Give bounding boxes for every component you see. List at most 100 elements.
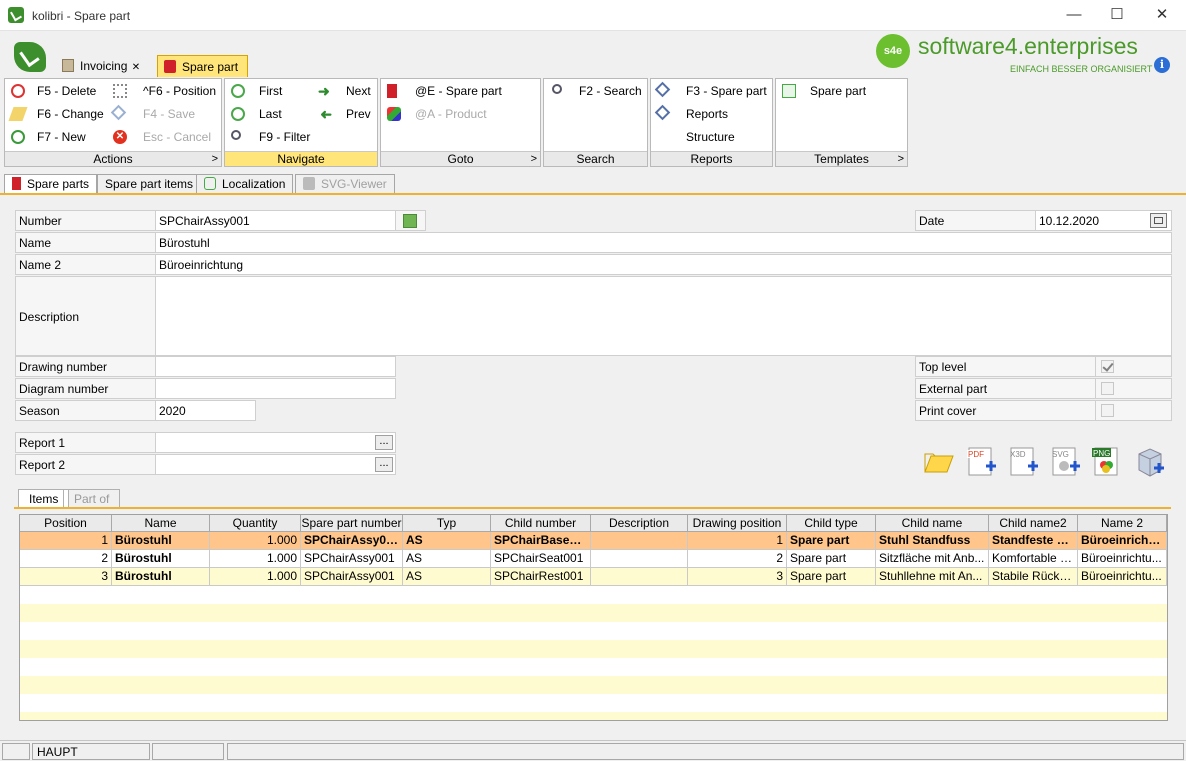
print-cover-checkbox[interactable] xyxy=(1101,404,1114,417)
kolibri-logo-icon[interactable] xyxy=(14,42,46,72)
invoice-icon xyxy=(62,59,74,72)
column-header[interactable]: Spare part number xyxy=(301,515,403,532)
empty-row xyxy=(20,604,1167,622)
name2-field[interactable]: Büroeinrichtung xyxy=(155,254,1172,275)
season-field[interactable]: 2020 xyxy=(155,400,256,421)
more-icon[interactable]: > xyxy=(898,152,904,166)
ribbon-group-actions: F5 - Delete F6 - Change F7 - New ^F6 - P… xyxy=(4,78,222,167)
report2-field[interactable] xyxy=(155,454,396,475)
maximize-button[interactable]: ☐ xyxy=(1094,0,1140,31)
column-header[interactable]: Child type xyxy=(787,515,876,532)
close-tab-icon[interactable]: ✕ xyxy=(132,62,140,73)
report1-field[interactable] xyxy=(155,432,396,453)
spare-part-icon xyxy=(387,84,397,98)
more-icon[interactable]: > xyxy=(531,152,537,166)
doc-tab-spare-part[interactable]: Spare part xyxy=(157,55,248,77)
template-icon xyxy=(782,84,796,98)
new-icon xyxy=(11,130,25,144)
brand-name: software4.enterprises xyxy=(918,33,1138,59)
calendar-icon[interactable] xyxy=(1150,213,1167,228)
ribbon-group-title: Templates > xyxy=(776,151,907,166)
divider xyxy=(14,507,1171,509)
tab-spare-parts[interactable]: Spare parts xyxy=(4,174,98,194)
status-bar: HAUPT xyxy=(0,740,1186,761)
name-field[interactable]: Bürostuhl xyxy=(155,232,1172,253)
localization-icon xyxy=(204,177,216,190)
cancel-icon: ✕ xyxy=(113,130,127,144)
filter-icon xyxy=(231,130,241,140)
name2-label: Name 2 xyxy=(15,254,156,275)
x3d-icon[interactable]: X3D xyxy=(1008,446,1040,478)
ribbon-group-title: Actions > xyxy=(5,151,221,166)
title-bar: kolibri - Spare part — ☐ ✕ xyxy=(0,0,1186,31)
info-icon[interactable]: i xyxy=(1154,57,1170,73)
column-header[interactable]: Child name2 xyxy=(989,515,1078,532)
divider xyxy=(0,193,1186,195)
empty-row xyxy=(20,640,1167,658)
external-part-checkbox[interactable] xyxy=(1101,382,1114,395)
description-field[interactable] xyxy=(155,276,1172,356)
cube-icon[interactable] xyxy=(1134,446,1166,478)
table-row[interactable]: 3 Bürostuhl 1.000 SPChairAssy001 AS SPCh… xyxy=(20,568,1167,586)
tab-svg-viewer[interactable]: SVG-Viewer xyxy=(295,174,395,194)
status-segment xyxy=(152,743,224,760)
close-button[interactable]: ✕ xyxy=(1139,0,1185,31)
doc-tab-label: Spare part xyxy=(182,60,239,74)
s4e-logo-icon: s4e xyxy=(876,34,910,68)
ribbon-group-templates: Spare part Templates > xyxy=(775,78,908,167)
external-part-label: External part xyxy=(915,378,1096,399)
edit-icon xyxy=(8,107,28,121)
pdf-icon[interactable]: PDF xyxy=(966,446,998,478)
column-header[interactable]: Child number xyxy=(491,515,591,532)
tab-localization[interactable]: Localization xyxy=(196,174,294,194)
column-header[interactable]: Position xyxy=(20,515,112,532)
top-level-checkbox[interactable] xyxy=(1101,360,1114,373)
column-header[interactable]: Name xyxy=(112,515,210,532)
tab-part-of[interactable]: Part of xyxy=(63,489,121,508)
brand-area: s4e software4.enterprises EINFACH BESSER… xyxy=(876,33,1156,77)
tab-items[interactable]: Items xyxy=(18,489,70,508)
product-icon xyxy=(387,107,401,121)
column-header[interactable]: Description xyxy=(591,515,688,532)
prev-arrow-icon: ➜ xyxy=(320,106,332,122)
doc-tab-label: Invoicing xyxy=(80,59,128,73)
next-arrow-icon: ➜ xyxy=(318,83,330,99)
column-header[interactable]: Drawing position xyxy=(688,515,787,532)
report1-browse-button[interactable]: ... xyxy=(375,435,393,450)
report2-browse-button[interactable]: ... xyxy=(375,457,393,472)
status-segment-mode: HAUPT xyxy=(32,743,150,760)
top-level-label: Top level xyxy=(915,356,1096,377)
diagram-number-field[interactable] xyxy=(155,378,396,399)
last-icon xyxy=(231,107,245,121)
column-header[interactable]: Quantity xyxy=(210,515,301,532)
svg-icon[interactable]: SVG xyxy=(1050,446,1082,478)
report-icon xyxy=(654,81,671,98)
brand-slogan: EINFACH BESSER ORGANISIERT xyxy=(1010,64,1153,74)
first-icon xyxy=(231,84,245,98)
table-row[interactable]: 1 Bürostuhl 1.000 SPChairAssy001 AS SPCh… xyxy=(20,532,1167,550)
png-icon[interactable]: PNG xyxy=(1092,446,1124,478)
tab-spare-part-items[interactable]: Spare part items xyxy=(97,174,202,194)
doc-tab-invoicing[interactable]: Invoicing ✕ xyxy=(56,55,146,77)
ribbon-group-title: Goto > xyxy=(381,151,540,166)
column-header[interactable]: Name 2 xyxy=(1078,515,1167,532)
column-header[interactable]: Child name xyxy=(876,515,989,532)
drawing-number-field[interactable] xyxy=(155,356,396,377)
report1-label: Report 1 xyxy=(15,432,156,453)
number-field[interactable]: SPChairAssy001 xyxy=(155,210,396,231)
table-row[interactable]: 2 Bürostuhl 1.000 SPChairAssy001 AS SPCh… xyxy=(20,550,1167,568)
items-grid: Position Name Quantity Spare part number… xyxy=(19,514,1168,721)
svg-text:X3D: X3D xyxy=(1010,450,1026,459)
ribbon-group-search: F2 - Search Search xyxy=(543,78,648,167)
ribbon-group-navigate: First Last F9 - Filter ➜ Next ➜ Prev Navig… xyxy=(224,78,378,167)
save-icon xyxy=(110,104,127,121)
ribbon-group-title: Search xyxy=(544,151,647,166)
minimize-button[interactable]: — xyxy=(1051,0,1097,31)
status-indicator xyxy=(395,210,426,231)
folder-icon[interactable] xyxy=(923,446,955,478)
position-icon xyxy=(113,84,127,98)
search-icon xyxy=(552,84,562,94)
more-icon[interactable]: > xyxy=(212,152,218,166)
reports-icon xyxy=(654,104,671,121)
column-header[interactable]: Typ xyxy=(403,515,491,532)
